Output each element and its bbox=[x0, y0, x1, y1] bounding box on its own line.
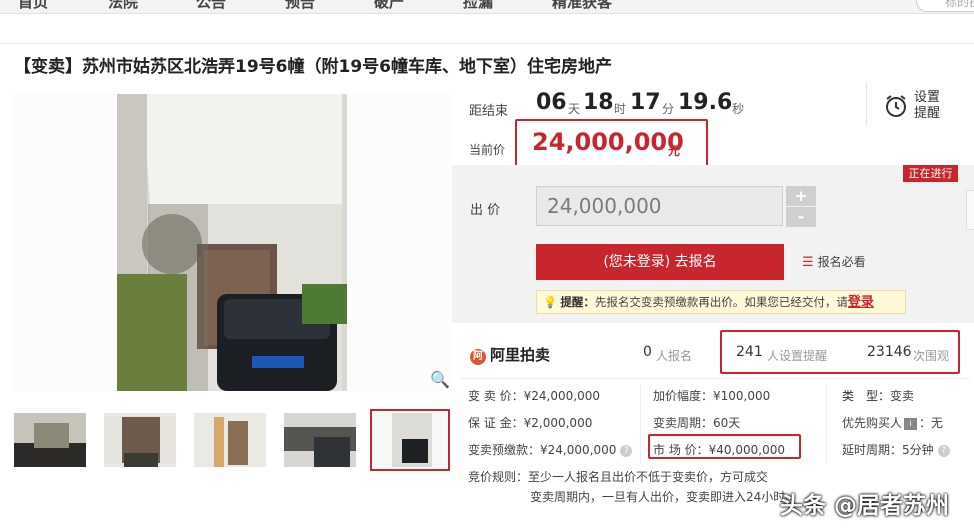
countdown-days-unit: 天 bbox=[568, 102, 581, 116]
type-row: 类 型：变卖 bbox=[842, 387, 914, 404]
alarm-clock-icon bbox=[886, 95, 906, 117]
ali-auction-icon: 阿 bbox=[470, 349, 486, 365]
priority-buyer-row: 优先购买人 i ：无 bbox=[842, 414, 943, 431]
help-icon[interactable]: ? bbox=[620, 445, 633, 457]
thumbnail[interactable] bbox=[104, 413, 176, 467]
bid-increment: 加价幅度：¥100,000 bbox=[653, 389, 771, 403]
bid-rules-line1: 至少一人报名且出价不低于变卖价，方可成交 bbox=[528, 470, 769, 484]
main-photo[interactable] bbox=[12, 94, 451, 391]
must-read-link[interactable]: ☰ 报名必看 bbox=[802, 253, 866, 270]
tip-text: 先报名交变卖预缴款再出价。如果您已经交付，请 bbox=[594, 295, 848, 309]
nav-item-bargain[interactable]: 捡漏 bbox=[463, 0, 493, 12]
highlight-box bbox=[720, 330, 960, 374]
countdown-minutes: 17 bbox=[630, 90, 661, 115]
zoom-icon[interactable]: 🔍 bbox=[430, 370, 450, 389]
type-value: 变卖 bbox=[890, 389, 915, 403]
signup-button[interactable]: (您未登录) 去报名 bbox=[536, 244, 784, 280]
divider bbox=[866, 82, 867, 126]
page-title: 【变卖】苏州市姑苏区北浩弄19号6幢（附19号6幢车库、地下室）住宅房地产 bbox=[14, 57, 612, 77]
top-nav: 首页 法院 公告 预告 破产 捡漏 精准获客 标的搜 bbox=[0, 0, 974, 14]
divider bbox=[826, 385, 827, 463]
brand-logo: 阿阿里拍卖 bbox=[470, 344, 550, 365]
house-photo bbox=[12, 94, 451, 391]
countdown-minutes-unit: 分 bbox=[662, 102, 675, 116]
side-tab[interactable] bbox=[966, 190, 974, 230]
search-input[interactable]: 标的搜 bbox=[916, 0, 974, 12]
login-link[interactable]: 登录 bbox=[848, 295, 874, 310]
countdown-label: 距结束 bbox=[469, 104, 509, 119]
divider bbox=[0, 43, 974, 44]
type-label: 类 型： bbox=[842, 389, 891, 403]
thumbnail-selected[interactable] bbox=[370, 409, 450, 471]
priority-buyer-label: 优先购买人 bbox=[842, 416, 903, 430]
thumbnail[interactable] bbox=[14, 413, 86, 467]
delay-period-row: 延时周期：5分钟? bbox=[842, 441, 950, 458]
watermark: 头条 @居者苏州 bbox=[780, 493, 950, 519]
reminder-label-2: 提醒 bbox=[914, 106, 941, 121]
brand-name: 阿里拍卖 bbox=[490, 346, 551, 364]
divider bbox=[460, 378, 970, 379]
status-badge: 正在进行 bbox=[903, 165, 958, 182]
set-reminder-button[interactable]: 设置 提醒 bbox=[884, 90, 946, 122]
bid-rules-label: 竞价规则： bbox=[468, 470, 529, 484]
nav-item-home[interactable]: 首页 bbox=[18, 0, 48, 12]
info-icon[interactable]: i bbox=[904, 418, 918, 430]
lightbulb-icon: 💡 bbox=[543, 295, 558, 309]
countdown-days: 06 bbox=[536, 90, 567, 115]
deposit: 保 证 金：¥2,000,000 bbox=[468, 416, 593, 430]
nav-item-leads[interactable]: 精准获客 bbox=[552, 0, 612, 12]
bid-price-input[interactable]: 24,000,000 bbox=[536, 186, 783, 226]
highlight-box bbox=[515, 119, 708, 167]
countdown-seconds-unit: 秒 bbox=[732, 102, 745, 116]
must-read-label: 报名必看 bbox=[817, 255, 866, 269]
nav-item-preview[interactable]: 预告 bbox=[285, 0, 315, 12]
priority-buyer-value: ：无 bbox=[919, 416, 944, 430]
login-tip: 💡 提醒：先报名交变卖预缴款再出价。如果您已经交付，请登录 bbox=[536, 290, 906, 314]
countdown-seconds: 19.6 bbox=[678, 90, 733, 115]
thumbnail[interactable] bbox=[284, 413, 356, 467]
sale-period: 变卖周期：60天 bbox=[653, 416, 741, 430]
reminder-label-1: 设置 bbox=[914, 90, 941, 105]
nav-item-notice[interactable]: 公告 bbox=[196, 0, 226, 12]
nav-item-bankruptcy[interactable]: 破产 bbox=[374, 0, 404, 12]
help-icon[interactable]: ? bbox=[937, 445, 950, 457]
countdown-hours: 18 bbox=[583, 90, 614, 115]
thumbnail[interactable] bbox=[194, 413, 266, 467]
signup-count-unit: 人报名 bbox=[656, 349, 693, 363]
increase-bid-button[interactable]: + bbox=[786, 186, 816, 206]
tip-prefix: 提醒： bbox=[560, 295, 595, 309]
bid-rules: 竞价规则：至少一人报名且出价不低于变卖价，方可成交 bbox=[468, 468, 768, 485]
current-price-label: 当前价 bbox=[469, 143, 506, 157]
sale-price: 变 卖 价：¥24,000,000 bbox=[468, 389, 600, 403]
prepay-row: 变卖预缴款：¥24,000,000? bbox=[468, 441, 633, 458]
signup-count: 0 bbox=[643, 344, 652, 360]
divider bbox=[640, 385, 641, 463]
highlight-box bbox=[648, 434, 801, 459]
prepay: 变卖预缴款：¥24,000,000 bbox=[468, 443, 617, 457]
countdown-hours-unit: 时 bbox=[614, 102, 627, 116]
coins-icon: ☰ bbox=[802, 255, 814, 270]
nav-item-court[interactable]: 法院 bbox=[108, 0, 138, 12]
decrease-bid-button[interactable]: - bbox=[786, 207, 816, 227]
delay-period: 延时周期：5分钟 bbox=[842, 443, 934, 457]
bid-label: 出 价 bbox=[470, 203, 501, 218]
bid-rules-line2: 变卖周期内，一旦有人出价，变卖即进入24小时 bbox=[530, 490, 786, 504]
